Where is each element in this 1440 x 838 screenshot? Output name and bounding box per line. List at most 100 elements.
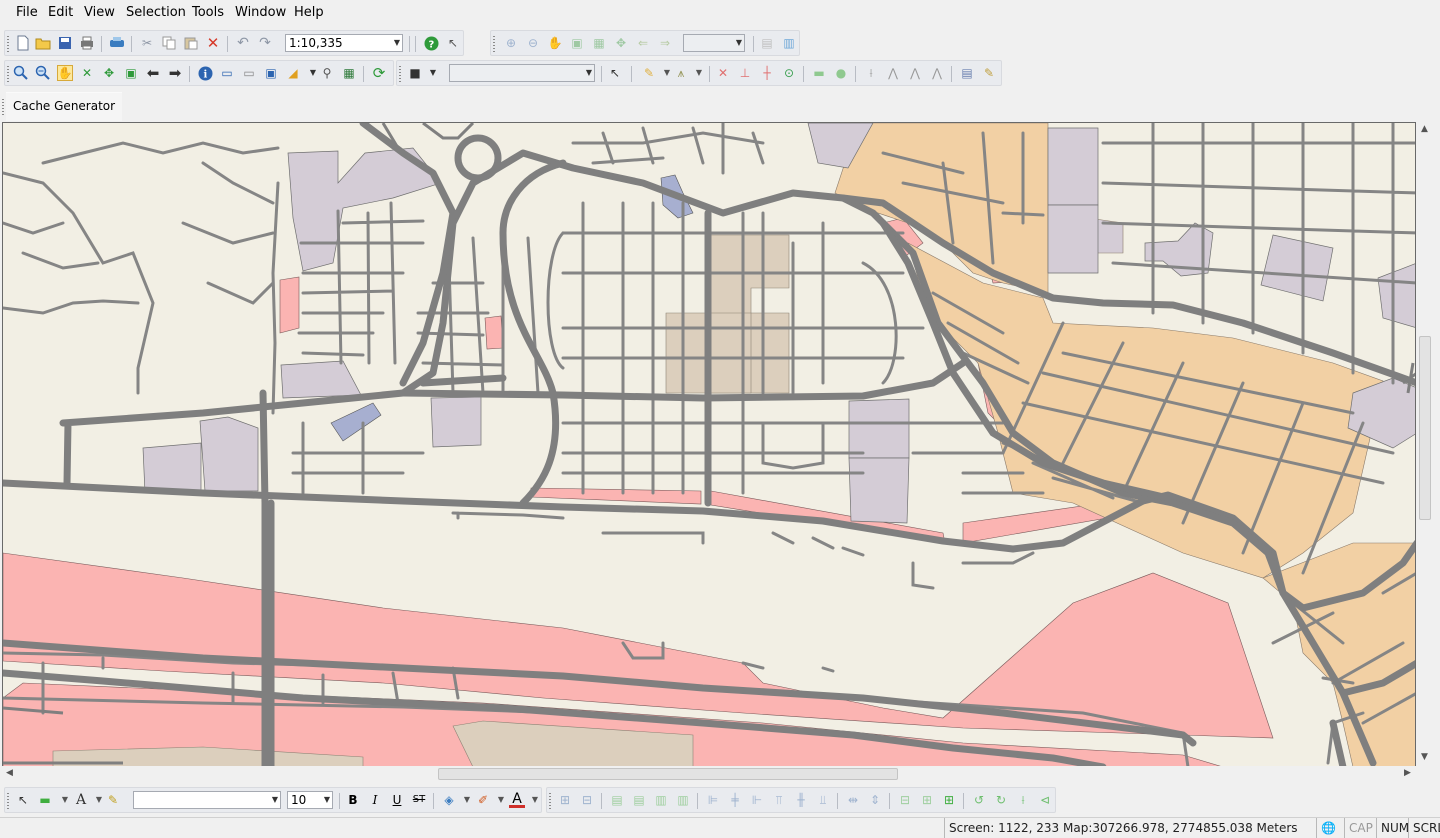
toolbar-grip[interactable] bbox=[493, 36, 495, 52]
chevron-down-icon[interactable]: ▼ bbox=[527, 792, 543, 808]
tab-grip[interactable] bbox=[2, 99, 4, 115]
back-arrow-icon[interactable]: ⬅ bbox=[145, 65, 161, 81]
zoom-layer-icon[interactable]: ▦ bbox=[591, 35, 607, 51]
mirror-icon[interactable]: ⟊ bbox=[863, 65, 879, 81]
make-same-width-icon[interactable]: ⊟ bbox=[897, 792, 913, 808]
hyperlink-icon[interactable]: ⚲ bbox=[319, 65, 335, 81]
rectangle-tool-icon[interactable]: ▬ bbox=[811, 65, 827, 81]
fixed-zoom-in-icon[interactable]: ⊕ bbox=[503, 35, 519, 51]
open-folder-icon[interactable] bbox=[35, 35, 51, 51]
italic-button[interactable]: I bbox=[367, 792, 383, 808]
bring-to-front-icon[interactable]: ▤ bbox=[609, 792, 625, 808]
strikethrough-button[interactable]: ST bbox=[411, 792, 427, 808]
distribute-vertically-icon[interactable]: ⇕ bbox=[867, 792, 883, 808]
select-features-icon[interactable]: ▭ bbox=[219, 65, 235, 81]
zoom-selection-icon[interactable]: ▣ bbox=[123, 65, 139, 81]
attributes-icon[interactable]: ▤ bbox=[959, 65, 975, 81]
menu-tools[interactable]: Tools bbox=[192, 5, 224, 20]
sketch-tool-icon[interactable]: ⩚ bbox=[673, 65, 689, 81]
identify-icon[interactable]: i bbox=[197, 65, 213, 81]
fill-color-icon[interactable]: ◈ bbox=[441, 792, 457, 808]
edit-vertices-icon[interactable]: ↖ bbox=[607, 65, 623, 81]
vertical-scrollbar[interactable]: ▲ ▼ bbox=[1416, 122, 1434, 766]
align-middle-icon[interactable]: ╫ bbox=[793, 792, 809, 808]
pan-icon[interactable]: ✋ bbox=[57, 65, 73, 81]
align-left-icon[interactable]: ⊫ bbox=[705, 792, 721, 808]
align-right-icon[interactable]: ⊩ bbox=[749, 792, 765, 808]
perpendicular-icon[interactable]: ⊥ bbox=[737, 65, 753, 81]
zoom-out-icon[interactable] bbox=[35, 65, 51, 81]
find-icon[interactable]: ▣ bbox=[263, 65, 279, 81]
underline-button[interactable]: U bbox=[389, 792, 405, 808]
zoom-selected-icon[interactable]: ✥ bbox=[613, 35, 629, 51]
zoom-extent-icon[interactable]: ✥ bbox=[101, 65, 117, 81]
map-view[interactable] bbox=[2, 122, 1416, 766]
menu-selection[interactable]: Selection bbox=[126, 5, 186, 20]
chevron-down-icon[interactable]: ▼ bbox=[493, 792, 509, 808]
pan-disabled-icon[interactable]: ✋ bbox=[547, 35, 563, 51]
zoom-in-icon[interactable] bbox=[13, 65, 29, 81]
redo-icon[interactable]: ↷ bbox=[257, 35, 273, 51]
font-family-combo[interactable]: ▼ bbox=[133, 791, 281, 809]
layout-zoom-combo[interactable]: ▼ bbox=[683, 34, 745, 52]
measure-icon[interactable]: ◢ bbox=[285, 65, 301, 81]
rectangle-icon[interactable]: ▬ bbox=[37, 792, 53, 808]
toolbar-grip[interactable] bbox=[549, 793, 551, 809]
clip-icon[interactable]: ⋀ bbox=[929, 65, 945, 81]
page-layout-icon[interactable]: ▤ bbox=[759, 35, 775, 51]
cut-icon[interactable]: ✂ bbox=[139, 35, 155, 51]
align-bottom-icon[interactable]: ⫫ bbox=[815, 792, 831, 808]
merge-icon[interactable]: ⋀ bbox=[885, 65, 901, 81]
scroll-right-icon[interactable]: ▶ bbox=[1404, 768, 1411, 778]
horizontal-scroll-thumb[interactable] bbox=[438, 768, 898, 780]
toolbar-grip[interactable] bbox=[7, 66, 9, 82]
make-same-size-icon[interactable]: ⊞ bbox=[941, 792, 957, 808]
circle-tool-icon[interactable]: ● bbox=[833, 65, 849, 81]
text-tool-icon[interactable]: A bbox=[73, 792, 89, 808]
menu-view[interactable]: View bbox=[84, 5, 115, 20]
fixed-zoom-out-icon[interactable]: ⊖ bbox=[525, 35, 541, 51]
chevron-down-icon[interactable]: ▼ bbox=[425, 65, 441, 81]
delete-icon[interactable]: ✕ bbox=[205, 35, 221, 51]
toolbar-grip[interactable] bbox=[7, 793, 9, 809]
forward-arrow-icon[interactable]: ➡ bbox=[167, 65, 183, 81]
save-icon[interactable] bbox=[57, 35, 73, 51]
sketch-pencil-icon[interactable]: ✎ bbox=[641, 65, 657, 81]
rotate-left-icon[interactable]: ↺ bbox=[971, 792, 987, 808]
rotate-icon[interactable]: ⊙ bbox=[781, 65, 797, 81]
align-center-icon[interactable]: ╪ bbox=[727, 792, 743, 808]
menu-window[interactable]: Window bbox=[235, 5, 286, 20]
overview-icon[interactable]: ▦ bbox=[341, 65, 357, 81]
refresh-icon[interactable]: ⟳ bbox=[371, 65, 387, 81]
menu-edit[interactable]: Edit bbox=[48, 5, 73, 20]
intersect-icon[interactable]: ┼ bbox=[759, 65, 775, 81]
send-backward-icon[interactable]: ▥ bbox=[675, 792, 691, 808]
distribute-horizontally-icon[interactable]: ⇹ bbox=[845, 792, 861, 808]
align-top-icon[interactable]: ⫪ bbox=[771, 792, 787, 808]
font-size-combo[interactable]: 10 ▼ bbox=[287, 791, 333, 809]
html-popup-icon[interactable]: ▭ bbox=[241, 65, 257, 81]
scroll-up-icon[interactable]: ▲ bbox=[1421, 124, 1428, 134]
group-icon[interactable]: ⊞ bbox=[557, 792, 573, 808]
next-extent-icon[interactable]: ⇒ bbox=[657, 35, 673, 51]
scroll-down-icon[interactable]: ▼ bbox=[1421, 752, 1428, 762]
menu-help[interactable]: Help bbox=[294, 5, 324, 20]
union-icon[interactable]: ⋀ bbox=[907, 65, 923, 81]
scale-combo[interactable]: 1:10,335 ▼ bbox=[285, 34, 403, 52]
target-layer-combo[interactable]: ▼ bbox=[449, 64, 595, 82]
select-elements-icon[interactable]: ↖ bbox=[15, 792, 31, 808]
tab-cache-generator[interactable]: Cache Generator bbox=[6, 92, 123, 121]
toolbar-grip[interactable] bbox=[7, 36, 9, 52]
full-extent-disabled-icon[interactable]: ▣ bbox=[569, 35, 585, 51]
database-print-icon[interactable] bbox=[109, 35, 125, 51]
menu-file[interactable]: File bbox=[16, 5, 38, 20]
horizontal-scrollbar[interactable]: ◀ ▶ bbox=[2, 766, 1416, 782]
paste-icon[interactable] bbox=[183, 35, 199, 51]
scroll-left-icon[interactable]: ◀ bbox=[6, 768, 13, 778]
bold-button[interactable]: B bbox=[345, 792, 361, 808]
undo-icon[interactable]: ↶ bbox=[235, 35, 251, 51]
bring-forward-icon[interactable]: ▥ bbox=[653, 792, 669, 808]
make-same-height-icon[interactable]: ⊞ bbox=[919, 792, 935, 808]
new-document-icon[interactable] bbox=[15, 35, 31, 51]
print-icon[interactable] bbox=[79, 35, 95, 51]
